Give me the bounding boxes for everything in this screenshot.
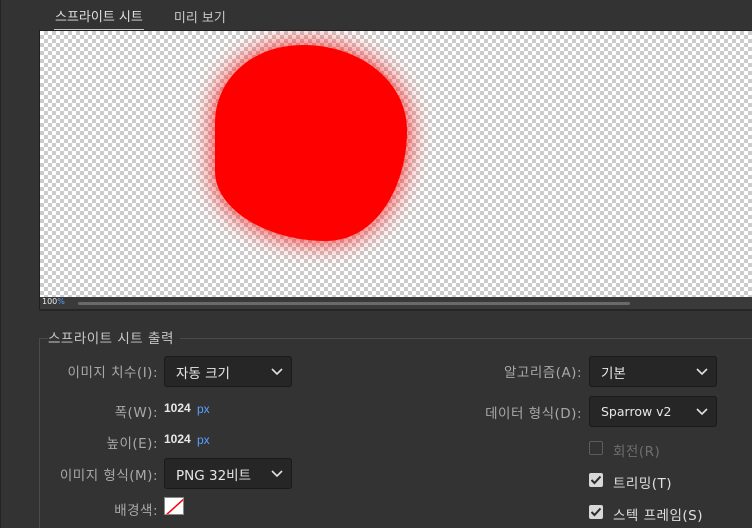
data-format-value: Sparrow v2 [601, 404, 672, 419]
rotate-label: 회전(R) [613, 444, 661, 460]
image-size-label: 이미지 치수(I): [67, 365, 158, 381]
checkmark-icon [590, 475, 602, 485]
image-format-value: PNG 32비트 [176, 467, 252, 484]
chevron-down-icon [688, 407, 716, 416]
data-format-dropdown[interactable]: Sparrow v2 [589, 396, 717, 427]
trim-checkbox[interactable] [589, 473, 603, 487]
data-format-label: 데이터 형식(D): [485, 406, 582, 422]
width-value[interactable]: 1024 [164, 401, 191, 415]
width-label: 폭(W): [114, 405, 158, 421]
algorithm-label: 알고리즘(A): [504, 365, 582, 381]
tab-sprite-sheet[interactable]: 스프라이트 시트 [54, 4, 144, 30]
chevron-down-icon [688, 367, 716, 376]
background-color-swatch[interactable] [164, 497, 184, 515]
output-group-title: 스프라이트 시트 출력 [48, 327, 180, 347]
tab-bar: 스프라이트 시트 미리 보기 [40, 0, 752, 30]
height-value[interactable]: 1024 [164, 432, 191, 446]
background-color-label: 배경색: [114, 503, 158, 519]
horizontal-scrollbar[interactable] [78, 302, 630, 305]
image-format-label: 이미지 형식(M): [59, 468, 158, 484]
preview-status-bar: 100% [39, 297, 752, 309]
algorithm-value: 기본 [601, 365, 626, 382]
checkmark-icon [590, 507, 602, 517]
sprite-image [215, 45, 407, 241]
trim-label: 트리밍(T) [613, 476, 673, 492]
sprite-preview-canvas[interactable] [39, 30, 752, 297]
chevron-down-icon [263, 469, 291, 478]
height-unit: px [197, 433, 210, 447]
tab-preview[interactable]: 미리 보기 [173, 4, 227, 30]
height-label: 높이(E): [106, 436, 158, 452]
sprite-shape [215, 45, 407, 241]
stack-frames-checkbox[interactable] [589, 505, 603, 519]
section-divider [39, 309, 752, 311]
image-size-dropdown[interactable]: 자동 크기 [164, 356, 292, 387]
image-size-value: 자동 크기 [176, 365, 230, 382]
algorithm-dropdown[interactable]: 기본 [589, 356, 717, 387]
stack-frames-label: 스텍 프레임(S) [613, 508, 703, 524]
no-color-icon [166, 498, 183, 514]
rotate-checkbox[interactable] [589, 441, 603, 455]
zoom-readout: 100% [42, 297, 65, 306]
image-format-dropdown[interactable]: PNG 32비트 [164, 458, 292, 489]
width-unit: px [197, 402, 210, 416]
window-edge [0, 0, 1, 528]
chevron-down-icon [263, 367, 291, 376]
